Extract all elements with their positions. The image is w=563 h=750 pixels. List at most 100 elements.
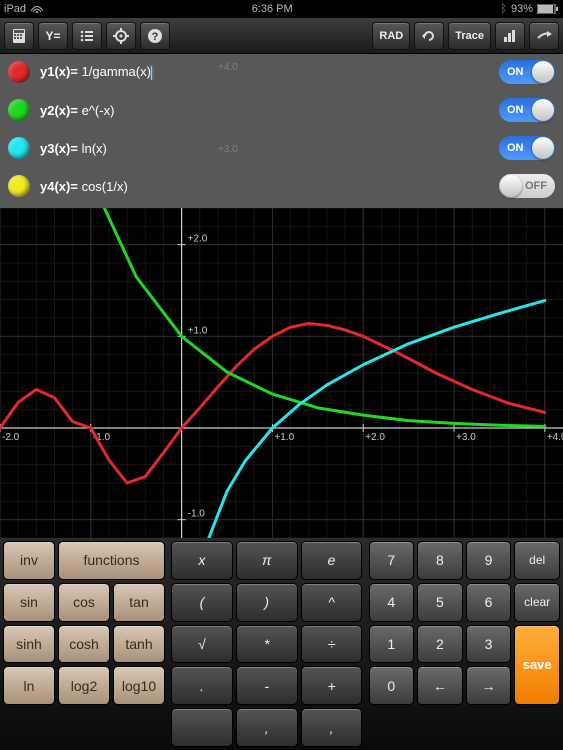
svg-text:+3.0: +3.0 (456, 432, 476, 443)
svg-text:+1.0: +1.0 (274, 432, 294, 443)
table-button[interactable] (495, 22, 525, 50)
visibility-toggle[interactable]: OFF (499, 174, 555, 198)
color-swatch[interactable] (8, 99, 30, 121)
key-4[interactable]: 4 (369, 583, 415, 622)
key-clear[interactable]: clear (514, 583, 560, 622)
gear-icon (113, 28, 129, 44)
key-0[interactable]: 0 (369, 666, 415, 705)
plot-svg: -2.0-1.0+1.0+2.0+3.0+4.0-1.0+1.0+2.0 (0, 208, 563, 538)
key-left[interactable]: ← (417, 666, 463, 705)
undo-icon (421, 28, 437, 44)
angle-mode-button[interactable]: RAD (372, 22, 410, 50)
function-row: y1(x)= 1/gamma(x) ON (8, 60, 555, 84)
key-functions[interactable]: functions (58, 541, 165, 580)
keypad-operators-group: x π e ( ) ^ √ * ÷ . - + , , (168, 538, 366, 750)
key-cos[interactable]: cos (58, 583, 110, 622)
function-row: y3(x)= ln(x) ON (8, 136, 555, 160)
key-cosh[interactable]: cosh (58, 625, 110, 664)
keypad-functions-group: inv functions sin cos tan sinh cosh tanh… (0, 538, 168, 750)
key-8[interactable]: 8 (417, 541, 463, 580)
svg-text:+2.0: +2.0 (365, 432, 385, 443)
key-9[interactable]: 9 (466, 541, 512, 580)
visibility-toggle[interactable]: ON (499, 98, 555, 122)
svg-text:-2.0: -2.0 (2, 432, 20, 443)
key-sqrt[interactable]: √ (171, 625, 233, 664)
keypad: inv functions sin cos tan sinh cosh tanh… (0, 538, 563, 750)
key-x[interactable]: x (171, 541, 233, 580)
visibility-toggle[interactable]: ON (499, 136, 555, 160)
key-inv[interactable]: inv (3, 541, 55, 580)
svg-text:+2.0: +2.0 (188, 234, 208, 245)
key-1[interactable]: 1 (369, 625, 415, 664)
svg-text:+1.0: +1.0 (188, 325, 208, 336)
key-comma2[interactable]: , (301, 708, 363, 747)
battery-icon (537, 4, 559, 14)
help-icon: ? (147, 28, 163, 44)
settings-button[interactable] (106, 22, 136, 50)
undo-button[interactable] (414, 22, 444, 50)
color-swatch[interactable] (8, 61, 30, 83)
key-2[interactable]: 2 (417, 625, 463, 664)
key-lparen[interactable]: ( (171, 583, 233, 622)
function-panel: +4.0 +3.0 y1(x)= 1/gamma(x) ON y2(x)= e^… (0, 54, 563, 208)
key-sin[interactable]: sin (3, 583, 55, 622)
trace-button[interactable]: Trace (448, 22, 491, 50)
calculator-icon (11, 28, 27, 44)
list-icon (79, 28, 95, 44)
toolbar: Y= ? RAD Trace (0, 18, 563, 54)
function-expression[interactable]: y2(x)= e^(-x) (40, 103, 489, 118)
battery-pct: 93% (511, 3, 533, 15)
function-expression[interactable]: y1(x)= 1/gamma(x) (40, 64, 489, 80)
yequals-button[interactable]: Y= (38, 22, 68, 50)
key-tan[interactable]: tan (113, 583, 165, 622)
visibility-toggle[interactable]: ON (499, 60, 555, 84)
function-row: y2(x)= e^(-x) ON (8, 98, 555, 122)
key-comma1[interactable]: , (236, 708, 298, 747)
key-e[interactable]: e (301, 541, 363, 580)
color-swatch[interactable] (8, 137, 30, 159)
graph-canvas[interactable]: -2.0-1.0+1.0+2.0+3.0+4.0-1.0+1.0+2.0 (0, 208, 563, 538)
calculator-button[interactable] (4, 22, 34, 50)
svg-text:+4.0: +4.0 (547, 432, 563, 443)
device-label: iPad (4, 3, 26, 15)
key-mult[interactable]: * (236, 625, 298, 664)
key-6[interactable]: 6 (466, 583, 512, 622)
key-ln[interactable]: ln (3, 666, 55, 705)
key-7[interactable]: 7 (369, 541, 415, 580)
key-right[interactable]: → (466, 666, 512, 705)
wifi-icon (30, 4, 44, 14)
key-power[interactable]: ^ (301, 583, 363, 622)
svg-text:-1.0: -1.0 (188, 509, 206, 520)
key-log10[interactable]: log10 (113, 666, 165, 705)
key-div[interactable]: ÷ (301, 625, 363, 664)
help-button[interactable]: ? (140, 22, 170, 50)
svg-text:?: ? (152, 31, 159, 43)
color-swatch[interactable] (8, 175, 30, 197)
key-minus[interactable]: - (236, 666, 298, 705)
keypad-numeric-group: 7 8 9 del 4 5 6 clear 1 2 3 save 0 ← → (366, 538, 563, 750)
key-blank[interactable] (171, 708, 233, 747)
key-plus[interactable]: + (301, 666, 363, 705)
status-bar: iPad 6:36 PM ᛒ 93% (0, 0, 563, 18)
list-button[interactable] (72, 22, 102, 50)
key-del[interactable]: del (514, 541, 560, 580)
key-log2[interactable]: log2 (58, 666, 110, 705)
key-3[interactable]: 3 (466, 625, 512, 664)
key-rparen[interactable]: ) (236, 583, 298, 622)
key-5[interactable]: 5 (417, 583, 463, 622)
key-tanh[interactable]: tanh (113, 625, 165, 664)
key-save[interactable]: save (514, 625, 560, 706)
function-row: y4(x)= cos(1/x) OFF (8, 174, 555, 198)
clock: 6:36 PM (44, 3, 500, 15)
text-cursor (151, 66, 152, 80)
key-dot[interactable]: . (171, 666, 233, 705)
function-expression[interactable]: y3(x)= ln(x) (40, 141, 489, 156)
axis-tick-panel-2: +3.0 (218, 144, 238, 155)
function-expression[interactable]: y4(x)= cos(1/x) (40, 179, 489, 194)
key-sinh[interactable]: sinh (3, 625, 55, 664)
bluetooth-icon: ᛒ (500, 3, 507, 15)
chart-icon (502, 28, 518, 44)
share-button[interactable] (529, 22, 559, 50)
share-icon (536, 28, 552, 44)
key-pi[interactable]: π (236, 541, 298, 580)
